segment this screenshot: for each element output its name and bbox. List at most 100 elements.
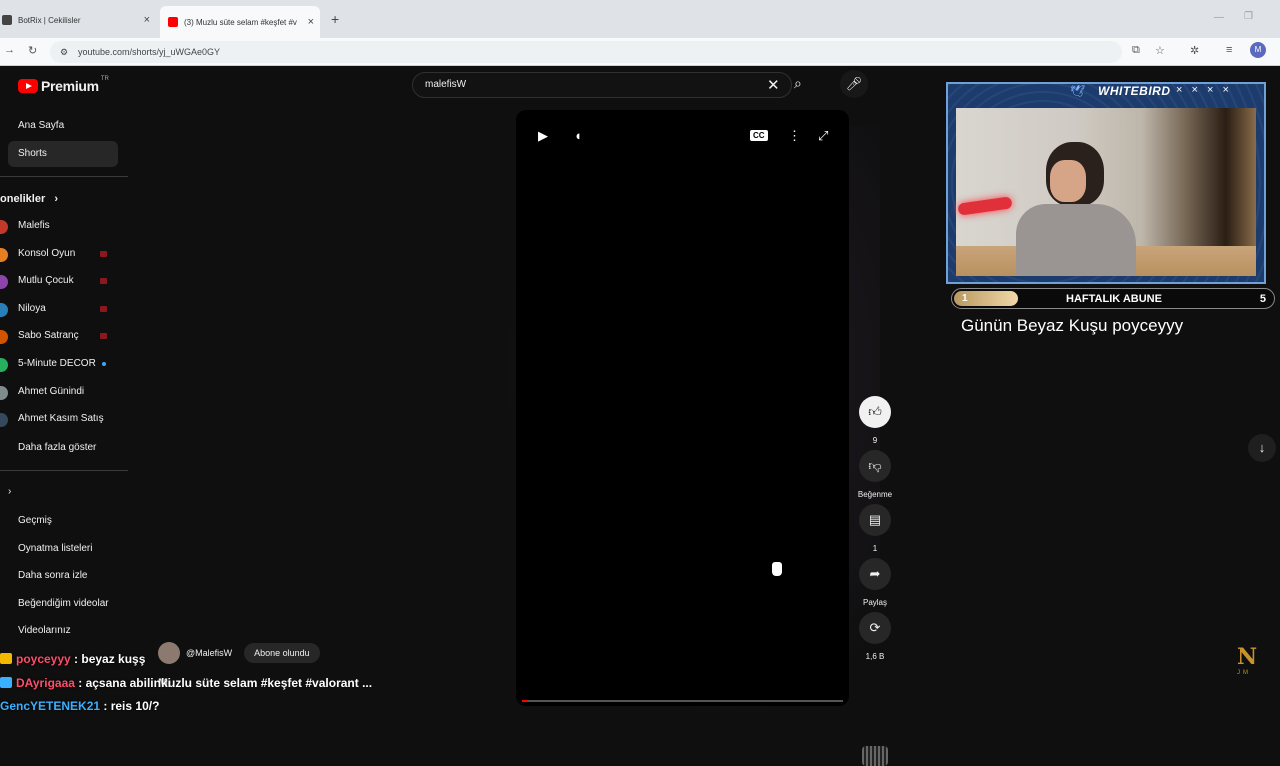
- site-info-icon[interactable]: ⚙: [60, 41, 68, 63]
- subscription-avatar: [0, 385, 8, 400]
- chat-message: DAyrigaaa : açsana abilinki: [0, 676, 171, 690]
- browser-toolbar: → ↻ ⚙ youtube.com/shorts/yj_uWGAe0GY ⧉ ☆…: [0, 38, 1280, 66]
- sidebar-item-subscription[interactable]: Konsol Oyun: [18, 248, 75, 259]
- chat-badge-icon: [0, 653, 12, 664]
- sidebar-item-shorts[interactable]: Shorts: [8, 141, 118, 167]
- search-icon[interactable]: ⌕: [794, 75, 802, 92]
- extensions-icon[interactable]: ✲: [1190, 44, 1199, 57]
- streamer-face: [1050, 160, 1086, 202]
- bookmark-star-icon[interactable]: ☆: [1155, 44, 1165, 57]
- chat-text: : beyaz kuşş: [70, 652, 146, 666]
- live-indicator-icon: [100, 250, 107, 257]
- install-app-icon[interactable]: ⧉: [1132, 44, 1140, 57]
- dislike-action[interactable]: 👎︎ Beğenme: [858, 450, 892, 499]
- microphone-light: [957, 196, 1013, 216]
- streamer-hoodie: [1016, 204, 1136, 276]
- sidebar-item-you[interactable]: Videolarınız: [18, 625, 71, 636]
- share-action[interactable]: ➦ Paylaş: [858, 558, 892, 607]
- sidebar-item-you[interactable]: Beğendiğim videolar: [18, 598, 109, 609]
- reload-icon[interactable]: ↻: [28, 44, 37, 57]
- subscription-avatar: [0, 358, 8, 372]
- subscription-avatar: [0, 302, 8, 317]
- minimize-icon[interactable]: —: [1214, 12, 1224, 23]
- subscribed-button[interactable]: Abone olundu: [244, 643, 320, 663]
- sidebar-item-subscription[interactable]: 5-Minute DECOR: [18, 358, 96, 369]
- forward-icon[interactable]: →: [4, 44, 15, 56]
- remix-action[interactable]: ⟳ 1,6 B: [858, 612, 892, 661]
- url-text: youtube.com/shorts/yj_uWGAe0GY: [78, 47, 221, 57]
- sidebar-divider: [0, 176, 128, 177]
- subscriptions-header[interactable]: onelikler ›: [0, 193, 58, 205]
- comment-icon[interactable]: ▤: [859, 504, 891, 536]
- comments-action[interactable]: ▤ 1: [858, 504, 892, 553]
- chat-username: poyceyyy: [16, 652, 71, 666]
- captions-icon[interactable]: CC: [750, 130, 768, 141]
- search-input[interactable]: malefisW: [425, 79, 466, 90]
- tab-close-icon[interactable]: ×: [308, 16, 314, 28]
- bird-logo-icon: 🕊︎: [1070, 84, 1086, 98]
- streamer-logo-sub: JM: [1237, 670, 1251, 676]
- mouse-cursor: [772, 562, 782, 576]
- more-options-icon[interactable]: ⋮: [788, 128, 801, 144]
- dislike-label: Beğenme: [857, 490, 893, 499]
- overlay-brand: WHITEBIRD: [1098, 84, 1171, 98]
- sidebar-item-subscription[interactable]: Ahmet Kasım Satış: [18, 413, 104, 424]
- dislike-icon[interactable]: 👎︎: [859, 450, 891, 482]
- youtube-favicon-icon: [168, 17, 178, 27]
- share-icon[interactable]: ➦: [859, 558, 891, 590]
- remix-icon[interactable]: ⟳: [859, 612, 891, 644]
- chat-message: poyceyyy : beyaz kuşş: [0, 652, 145, 666]
- tab-close-icon[interactable]: ×: [144, 14, 150, 26]
- progress-bar[interactable]: [522, 700, 843, 702]
- new-tab-button[interactable]: +: [331, 11, 339, 27]
- share-label: Paylaş: [862, 598, 887, 607]
- shorts-player[interactable]: ▶ ◖ CC ⋮ ⤢: [516, 110, 849, 706]
- play-icon[interactable]: ▶: [538, 128, 548, 144]
- you-section-chevron-icon[interactable]: ›: [8, 486, 11, 497]
- chevron-right-icon: ›: [54, 193, 59, 205]
- clear-search-icon[interactable]: ✕: [767, 76, 780, 94]
- live-indicator-icon: [100, 333, 107, 340]
- fullscreen-icon[interactable]: ⤢: [818, 128, 828, 144]
- volume-icon[interactable]: ◖: [574, 128, 582, 143]
- sidebar-item-subscription[interactable]: Mutlu Çocuk: [18, 275, 74, 286]
- tab-botrix[interactable]: BotRix | Cekilisler ×: [0, 8, 156, 32]
- address-bar[interactable]: ⚙ youtube.com/shorts/yj_uWGAe0GY: [50, 41, 1122, 63]
- sidebar-item-subscription[interactable]: Niloya: [18, 303, 46, 314]
- logo-region: TR: [100, 76, 109, 82]
- sidebar-item-subscription[interactable]: Ahmet Günindi: [18, 386, 84, 397]
- short-caption[interactable]: Muzlu süte selam #keşfet #valorant ...: [158, 676, 372, 690]
- channel-subscribe-row: @MalefisW Abone olundu: [158, 642, 320, 664]
- tab-title: (3) Muzlu süte selam #keşfet #v: [184, 17, 297, 27]
- like-action[interactable]: 👍︎ 9: [858, 396, 892, 445]
- sub-goal-end: 5: [1259, 293, 1266, 305]
- sidebar-item-subscription[interactable]: Malefis: [18, 220, 50, 231]
- like-count: 9: [872, 436, 878, 445]
- subscription-avatar: [0, 413, 8, 428]
- media-controls-icon[interactable]: ≡: [1226, 44, 1232, 56]
- sidebar-item-you[interactable]: Daha sonra izle: [18, 570, 87, 581]
- subscription-avatar: [0, 275, 8, 290]
- channel-avatar[interactable]: [158, 642, 180, 664]
- bird-of-day-text: Günün Beyaz Kuşu poyceyyy: [961, 316, 1184, 335]
- sidebar-item-you[interactable]: Geçmiş: [18, 515, 52, 526]
- new-content-dot-icon: [102, 362, 106, 366]
- sidebar-show-more[interactable]: Daha fazla göster: [18, 442, 96, 453]
- youtube-premium-logo[interactable]: Premium TR: [18, 76, 109, 94]
- tab-youtube-short[interactable]: (3) Muzlu süte selam #keşfet #v ×: [160, 6, 320, 38]
- channel-handle[interactable]: @MalefisW: [186, 648, 232, 658]
- sidebar-item-you[interactable]: Oynatma listeleri: [18, 543, 92, 554]
- sidebar-item-home[interactable]: Ana Sayfa: [18, 120, 64, 131]
- live-indicator-icon: [100, 305, 107, 312]
- profile-avatar[interactable]: M: [1250, 42, 1266, 58]
- like-icon[interactable]: 👍︎: [859, 396, 891, 428]
- sidebar-item-subscription[interactable]: Sabo Satranç: [18, 330, 79, 341]
- search-box[interactable]: malefisW ✕: [412, 72, 792, 98]
- next-short-arrow-icon[interactable]: ↓: [1248, 434, 1276, 462]
- restore-icon[interactable]: ❐: [1244, 11, 1253, 22]
- chat-badge-icon: [0, 677, 12, 688]
- sound-thumbnail[interactable]: [862, 746, 888, 766]
- overlay-brand-controls: × × × ×: [1176, 84, 1232, 96]
- chat-text: : reis 10/?: [100, 699, 160, 713]
- microphone-icon[interactable]: 🎤︎: [840, 70, 868, 98]
